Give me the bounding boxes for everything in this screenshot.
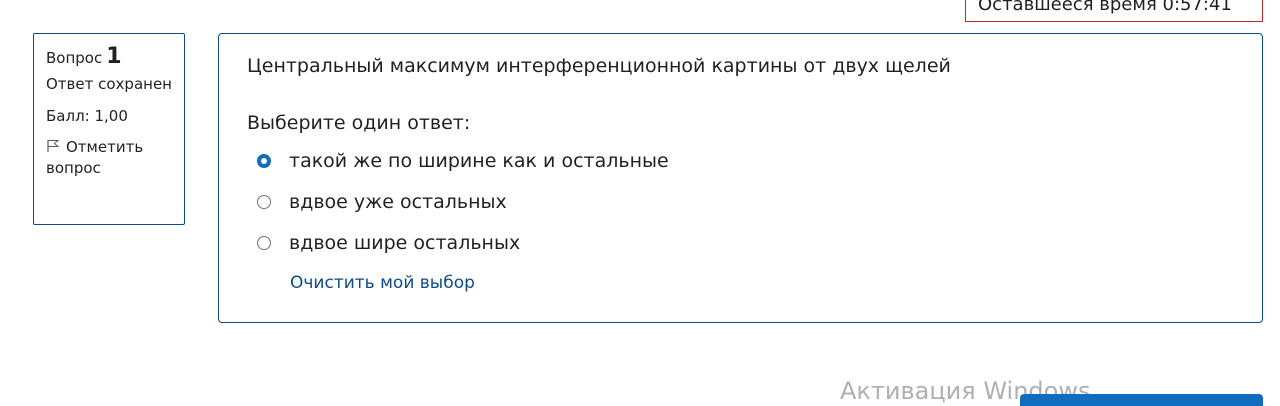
answer-option-3[interactable]: вдвое шире остальных [247, 222, 1262, 263]
answer-radio-1[interactable] [257, 153, 271, 168]
answer-label-2: вдвое уже остальных [289, 190, 507, 213]
answer-option-1[interactable]: такой же по ширине как и остальные [247, 140, 1262, 181]
question-number-value: 1 [106, 44, 122, 69]
clear-choice-link[interactable]: Очистить мой выбор [290, 273, 475, 293]
answer-label-1: такой же по ширине как и остальные [289, 149, 669, 172]
question-text: Центральный максимум интерференционной к… [247, 55, 951, 77]
answer-options: такой же по ширине как и остальные вдвое… [247, 140, 1262, 263]
quiz-page: Оставшееся время 0:57:41 Вопрос 1 Ответ … [0, 0, 1280, 406]
flag-question-button[interactable]: Отметить вопрос [46, 137, 176, 179]
question-info-panel: Вопрос 1 Ответ сохранен Балл: 1,00 Отмет… [33, 33, 185, 225]
question-formulation: Центральный максимум интерференционной к… [218, 33, 1263, 323]
flag-icon [46, 138, 60, 152]
answer-radio-2[interactable] [257, 194, 271, 209]
time-remaining: Оставшееся время 0:57:41 [965, 0, 1263, 22]
answer-prompt: Выберите один ответ: [247, 112, 471, 134]
next-page-button[interactable] [1020, 394, 1263, 406]
question-number: Вопрос 1 [46, 46, 176, 68]
question-grade: Балл: 1,00 [46, 107, 128, 125]
question-number-label: Вопрос [46, 49, 103, 67]
flag-question-label: Отметить вопрос [46, 138, 144, 177]
answer-radio-3[interactable] [257, 235, 271, 250]
answer-label-3: вдвое шире остальных [289, 231, 521, 254]
answer-option-2[interactable]: вдвое уже остальных [247, 181, 1262, 222]
question-state: Ответ сохранен [46, 75, 172, 93]
